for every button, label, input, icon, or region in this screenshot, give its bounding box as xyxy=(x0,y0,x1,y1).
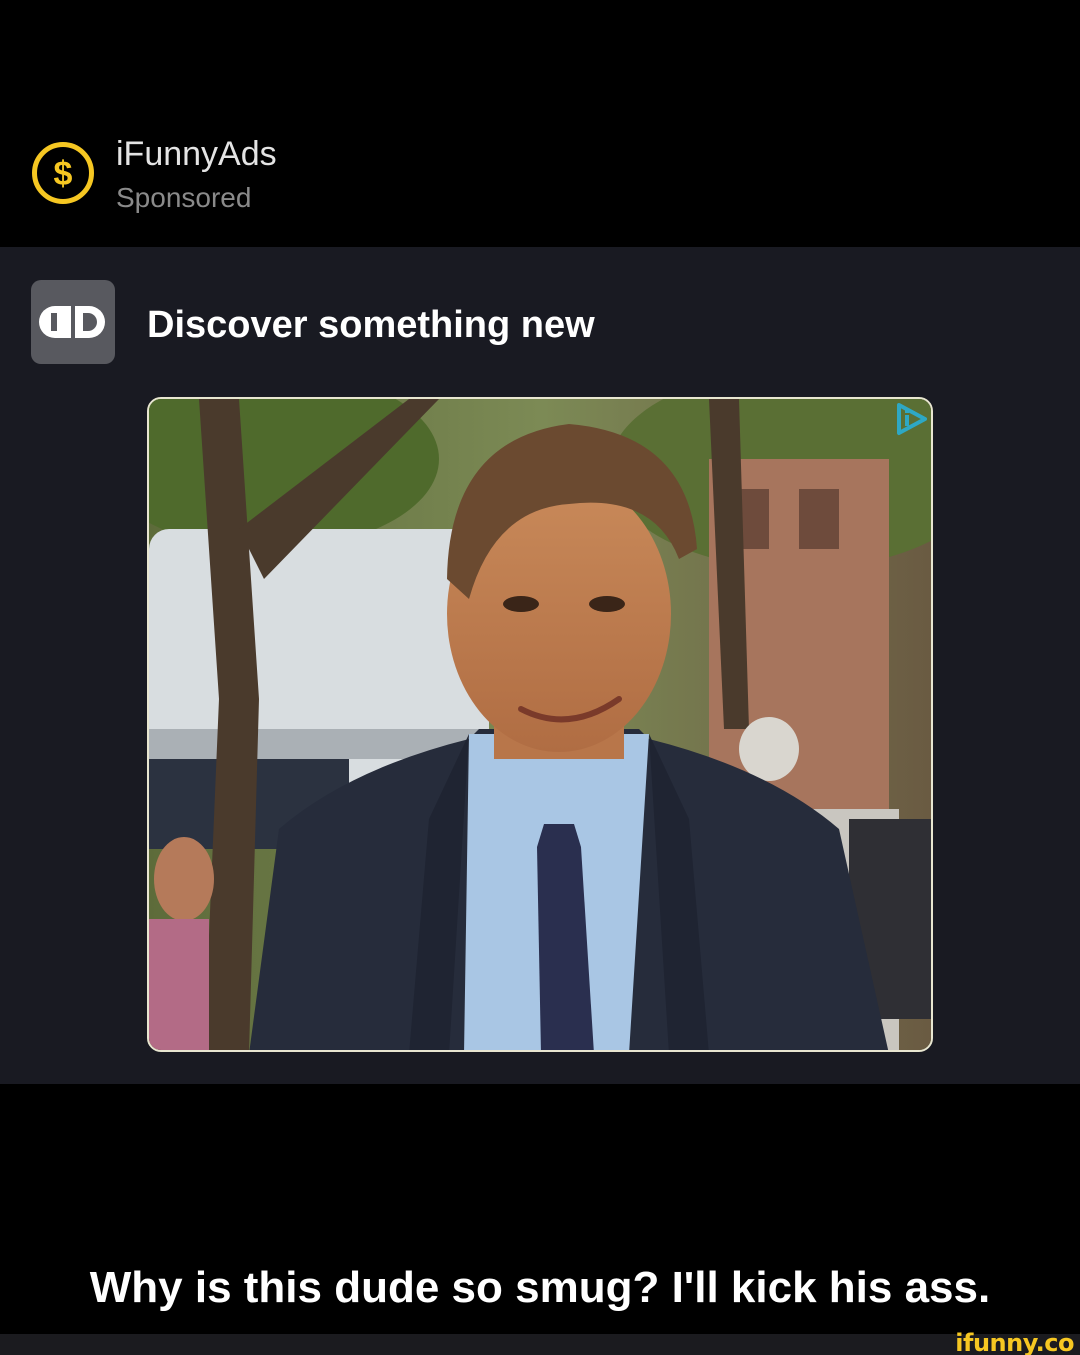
meme-page: $ iFunnyAds Sponsored Discover something… xyxy=(0,0,1080,1355)
adchoices-icon[interactable] xyxy=(893,401,929,437)
ad-headline[interactable]: Discover something new xyxy=(147,303,595,347)
svg-text:$: $ xyxy=(54,155,73,193)
ifunny-watermark: ifunny.co xyxy=(955,1329,1074,1355)
ad-image[interactable] xyxy=(147,397,933,1052)
sponsored-label: Sponsored xyxy=(116,182,252,213)
watermark-bar: ifunny.co xyxy=(0,1330,1080,1355)
meme-caption: Why is this dude so smug? I'll kick his … xyxy=(89,1263,991,1312)
photo-of-smiling-man-in-suit xyxy=(149,399,931,1050)
dd-logo-icon[interactable] xyxy=(31,280,115,364)
sponsor-header: $ iFunnyAds Sponsored xyxy=(0,0,1080,247)
dollar-coin-icon: $ xyxy=(32,142,94,204)
ad-card[interactable]: Discover something new xyxy=(0,247,1080,1084)
advertiser-name[interactable]: iFunnyAds xyxy=(116,134,277,174)
